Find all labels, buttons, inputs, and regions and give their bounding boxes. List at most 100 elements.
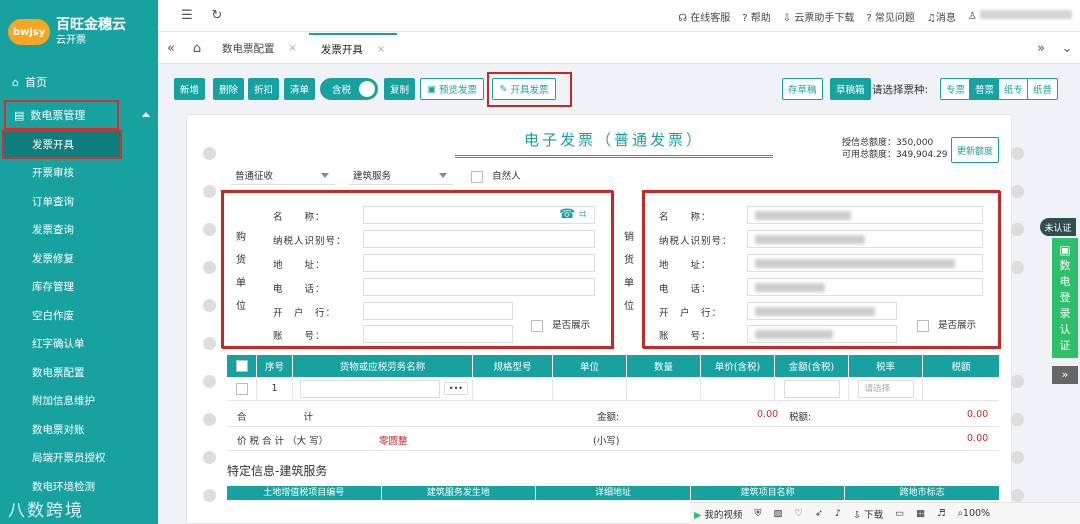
quantity-cell[interactable] — [627, 377, 701, 400]
user-menu[interactable]: ♙ — [968, 10, 1072, 22]
levy-type-select[interactable]: 普通征收 — [231, 165, 335, 185]
download-icon: ⇩ — [782, 12, 792, 24]
sidebar-item-home[interactable]: ⌂ 首页 — [0, 64, 158, 100]
speaker-icon[interactable]: ♬ — [937, 508, 946, 519]
sidebar-item-orders[interactable]: 订单查询 — [0, 187, 158, 216]
invoice-title: 电子发票（普通发票） — [523, 131, 704, 149]
type-paper-special[interactable]: 纸专 — [998, 78, 1030, 100]
expand-icon[interactable]: » — [1052, 366, 1078, 384]
digital-login-auth-button[interactable]: ▣ 数 电 登 录 认 证 — [1052, 238, 1078, 358]
sidebar-item-review[interactable]: 开票审核 — [0, 159, 158, 188]
binder-hole — [203, 185, 216, 198]
type-paper-normal[interactable]: 纸普 — [1027, 78, 1059, 100]
heart-icon[interactable]: ♡ — [794, 508, 803, 519]
id-card-icon: ▣ — [1059, 243, 1071, 257]
tax-amount-cell — [923, 377, 999, 400]
sidebar-item-authorize[interactable]: 局端开票员授权 — [0, 444, 158, 473]
highlight-issue-button — [487, 72, 572, 107]
binder-hole — [203, 337, 216, 350]
tabs-prev-icon[interactable]: « — [158, 33, 184, 63]
natural-person-checkbox[interactable]: 自然人 — [471, 168, 521, 183]
bell-icon: ♫ — [926, 12, 936, 24]
shield-icon[interactable]: ⛨ — [754, 508, 761, 519]
sidebar: bwjsy 百旺金穗云 云开票 ⌂ 首页 ▤ 数电票管理 发票开具 开票审核 订单查… — [0, 0, 158, 524]
auth-sidebar: 未认证 ▣ 数 电 登 录 认 证 » — [1038, 218, 1080, 386]
spec-cell[interactable] — [473, 377, 553, 400]
tabs-dropdown-icon[interactable]: ⌄ — [1054, 33, 1080, 63]
zoom-control[interactable]: ⌕100% — [958, 508, 991, 519]
tax-rate-select[interactable]: 请选择 — [849, 377, 923, 400]
watermark: 八数跨境 — [8, 501, 84, 521]
goods-name-input[interactable] — [299, 379, 440, 398]
sidebar-item-config[interactable]: 数电票配置 — [0, 358, 158, 387]
topbar: ☰ ↻ ☊ 在线客服 ? 帮助 ⇩ 云票助手下载 ? 常见问题 ♫消息 ♙ — [158, 0, 1080, 32]
sidebar-item-invoice-query[interactable]: 发票查询 — [0, 216, 158, 245]
row-checkbox[interactable] — [227, 377, 257, 400]
delete-button[interactable]: 删除 — [213, 78, 245, 100]
close-icon[interactable]: × — [377, 44, 385, 55]
refresh-icon[interactable]: ↻ — [202, 8, 232, 23]
auth-status-badge: 未认证 — [1040, 218, 1076, 236]
tax-included-toggle[interactable]: 含税 — [320, 78, 378, 100]
caret-up-icon — [142, 112, 150, 117]
message-link[interactable]: ♫消息 — [927, 9, 956, 24]
unit-cell[interactable] — [553, 377, 627, 400]
special-info-title: 特定信息-建筑服务 — [227, 464, 328, 478]
layout-icon[interactable]: ▦ — [916, 508, 925, 519]
amount-cell[interactable] — [775, 377, 849, 400]
sidebar-item-issue-invoice[interactable]: 发票开具 — [2, 130, 122, 159]
preview-icon: ▣ — [426, 83, 436, 95]
type-special[interactable]: 专票 — [940, 78, 972, 100]
sidebar-item-red-confirm[interactable]: 红字确认单 — [0, 330, 158, 359]
paper-plane-icon[interactable]: ➶ — [815, 508, 823, 519]
goods-name-cell[interactable]: ••• — [293, 377, 473, 400]
user-name-redacted — [980, 10, 1072, 19]
download-status-link[interactable]: ⇩ 下载 — [853, 507, 883, 521]
customer-service-link[interactable]: ☊ 在线客服 — [678, 9, 730, 24]
preview-invoice-button[interactable]: ▣ 预览发票 — [420, 78, 484, 100]
window-icon[interactable]: ▭ — [895, 508, 904, 519]
update-quota-button[interactable]: 更新额度 — [951, 137, 999, 163]
add-button[interactable]: 新增 — [174, 78, 206, 100]
special-business-select[interactable]: 建筑服务 — [349, 165, 453, 185]
question-icon: ? — [742, 12, 748, 24]
more-button[interactable]: ••• — [443, 382, 468, 395]
faq-link[interactable]: ? 常见问题 — [866, 9, 915, 24]
save-draft-button[interactable]: 存草稿 — [782, 78, 823, 100]
tab-home-icon[interactable]: ⌂ — [184, 33, 210, 63]
download-link[interactable]: ⇩ 云票助手下载 — [783, 9, 855, 24]
binder-hole — [1011, 223, 1024, 236]
my-video-link[interactable]: ▶ 我的视频 — [694, 507, 742, 521]
binder-hole — [203, 223, 216, 236]
sidebar-item-stock[interactable]: 库存管理 — [0, 273, 158, 302]
sidebar-item-reconcile[interactable]: 数电票对账 — [0, 415, 158, 444]
discount-button[interactable]: 折扣 — [248, 78, 280, 100]
unit-price-cell[interactable] — [701, 377, 775, 400]
menu-toggle-icon[interactable]: ☰ — [172, 8, 202, 23]
tabs-next-icon[interactable]: » — [1028, 33, 1054, 63]
type-normal[interactable]: 普票 — [969, 78, 1001, 100]
tab-config[interactable]: 数电票配置 × — [210, 33, 309, 63]
total-row: 合 计 金额: 0.00 税额: 0.00 — [227, 403, 999, 427]
sidebar-item-extra-info[interactable]: 附加信息维护 — [0, 387, 158, 416]
image-icon[interactable]: ▧ — [774, 508, 783, 519]
list-button[interactable]: 清单 — [284, 78, 316, 100]
browser-status-bar: ▶ 我的视频 ⛨ ▧ ♡ ➶ ♪ ⇩ 下载 ▭ ▦ ♬ ⌕100% — [690, 502, 1080, 524]
binder-hole — [203, 413, 216, 426]
select-all-checkbox[interactable] — [227, 355, 257, 377]
help-link[interactable]: ? 帮助 — [742, 9, 771, 24]
speaker-icon[interactable]: ♪ — [835, 508, 841, 519]
binder-hole — [1011, 147, 1024, 160]
close-icon[interactable]: × — [289, 43, 297, 54]
sidebar-item-void[interactable]: 空白作废 — [0, 301, 158, 330]
draft-box-button[interactable]: 草稿箱 — [830, 78, 871, 100]
sidebar-group-digital-invoice[interactable]: ▤ 数电票管理 — [4, 100, 119, 130]
binder-hole — [1011, 451, 1024, 464]
seller-highlight — [642, 190, 1000, 348]
download-icon: ⇩ — [853, 509, 862, 521]
binder-hole — [203, 261, 216, 274]
faq-icon: ? — [866, 12, 872, 24]
copy-button[interactable]: 复制 — [384, 78, 416, 100]
tab-issue-invoice[interactable]: 发票开具 × — [308, 33, 398, 63]
sidebar-item-repair[interactable]: 发票修复 — [0, 244, 158, 273]
